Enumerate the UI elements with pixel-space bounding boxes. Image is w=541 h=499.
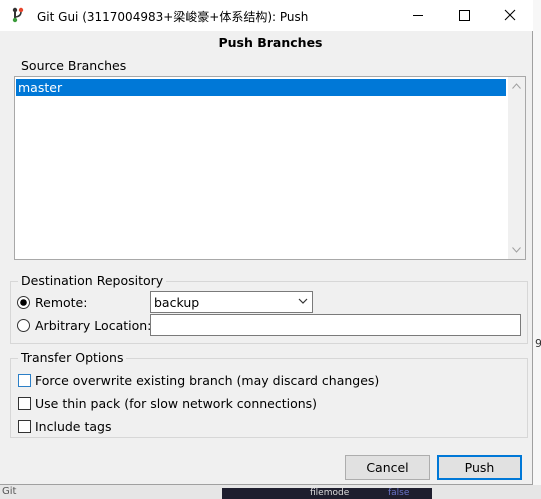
remote-select-value: backup [154,295,200,310]
close-icon [504,9,516,21]
force-overwrite-checkbox[interactable] [18,374,31,387]
background-window-strip [533,0,541,499]
transfer-options-legend: Transfer Options [18,350,127,365]
source-branches-legend: Source Branches [18,58,130,73]
chevron-down-icon [298,298,308,304]
remote-select[interactable]: backup [150,291,313,313]
window-title: Git Gui (3117004983+梁峻豪+体系结构): Push [37,10,309,24]
vertical-scrollbar[interactable] [508,77,525,259]
force-overwrite-label[interactable]: Force overwrite existing branch (may dis… [35,373,379,388]
arbitrary-location-input[interactable] [150,314,521,336]
arbitrary-location-label[interactable]: Arbitrary Location: [35,318,151,333]
background-code-text-2: false [388,488,410,498]
background-code-text: filemode [310,488,350,498]
minimize-button[interactable] [395,0,441,31]
dialog-heading: Push Branches [218,35,323,50]
thin-pack-checkbox[interactable] [18,397,31,410]
arbitrary-location-radio[interactable] [17,319,30,332]
include-tags-checkbox[interactable] [18,420,31,433]
push-button[interactable]: Push [437,455,522,480]
git-gui-app-icon [12,7,24,23]
scroll-up-icon[interactable] [512,83,521,89]
push-dialog: Git Gui (3117004983+梁峻豪+体系结构): Push Push… [0,0,533,485]
background-bottom-text: Git [2,486,17,497]
maximize-button[interactable] [441,0,487,31]
title-bar[interactable]: Git Gui (3117004983+梁峻豪+体系结构): Push [0,0,533,31]
scroll-down-icon[interactable] [512,247,521,253]
cancel-button[interactable]: Cancel [345,455,430,480]
minimize-icon [413,15,423,16]
source-branches-list[interactable]: master [14,76,526,260]
background-digit: 9 [535,337,541,350]
include-tags-label[interactable]: Include tags [35,419,111,434]
remote-radio[interactable] [17,296,30,309]
list-item[interactable]: master [16,79,506,96]
thin-pack-label[interactable]: Use thin pack (for slow network connecti… [35,396,317,411]
close-button[interactable] [487,0,533,31]
maximize-icon [459,10,470,21]
destination-legend: Destination Repository [18,273,167,288]
remote-label[interactable]: Remote: [35,295,87,310]
